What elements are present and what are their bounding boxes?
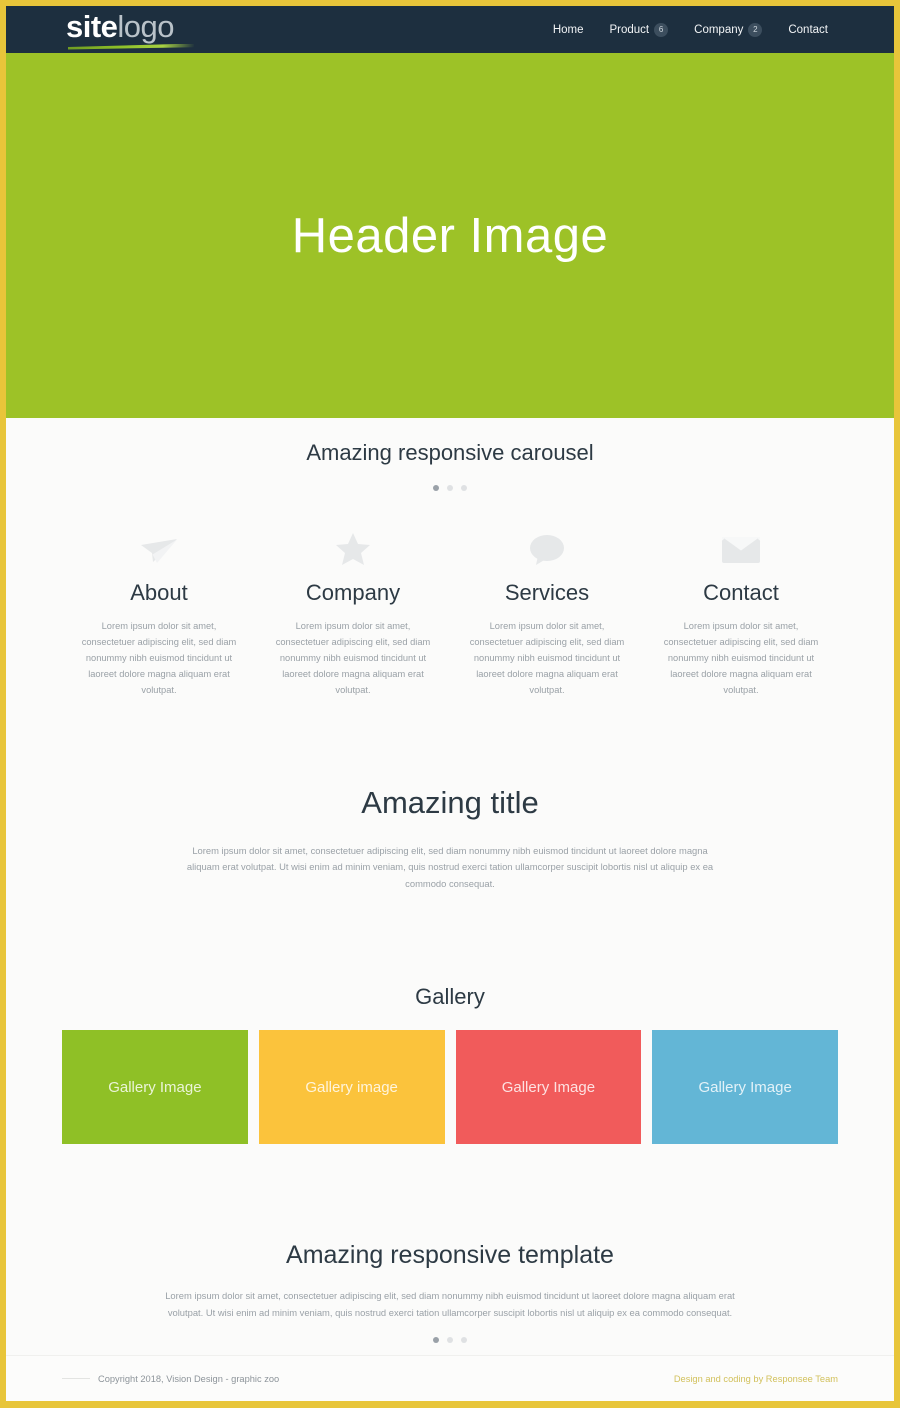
footer-copyright: Copyright 2018, Vision Design - graphic …	[98, 1373, 280, 1384]
feature-text: Lorem ipsum dolor sit amet, consectetuer…	[663, 621, 819, 695]
gallery-tile[interactable]: Gallery Image	[455, 1030, 642, 1144]
logo-bold-text: site	[66, 8, 118, 44]
navbar: sitelogo Home Product 6 Company 2 Contac…	[6, 6, 894, 53]
template-dot-1[interactable]	[433, 1337, 439, 1344]
site-logo[interactable]: sitelogo	[66, 8, 194, 50]
envelope-icon	[656, 524, 826, 566]
page-frame: sitelogo Home Product 6 Company 2 Contac…	[0, 0, 900, 1408]
template-dot-2[interactable]	[447, 1337, 453, 1344]
speech-bubble-icon	[462, 524, 632, 566]
features-section: About Lorem ipsum dolor sit amet, consec…	[6, 491, 894, 699]
feature-text: Lorem ipsum dolor sit amet, consectetuer…	[469, 621, 625, 695]
about-title: Amazing title	[361, 784, 539, 820]
template-dot-3[interactable]	[461, 1337, 467, 1344]
footer-credit-link[interactable]: Design and coding by Responsee Team	[674, 1374, 838, 1384]
carousel-dot-1[interactable]	[433, 485, 439, 491]
gallery-title: Gallery	[415, 984, 485, 1009]
footer-divider	[62, 1378, 90, 1379]
carousel-title: Amazing responsive carousel	[306, 440, 594, 465]
nav-menu: Home Product 6 Company 2 Contact	[553, 22, 828, 37]
carousel-section: Amazing responsive carousel	[6, 418, 894, 491]
page-inner: sitelogo Home Product 6 Company 2 Contac…	[6, 6, 894, 1401]
logo-swoosh-icon	[68, 43, 194, 50]
feature-text: Lorem ipsum dolor sit amet, consectetuer…	[81, 621, 237, 695]
footer: Copyright 2018, Vision Design - graphic …	[6, 1355, 894, 1401]
gallery-grid: Gallery Image Gallery image Gallery Imag…	[6, 1010, 894, 1144]
nav-item-label: Company	[694, 23, 744, 36]
about-text: Lorem ipsum dolor sit amet, consectetuer…	[186, 844, 714, 889]
nav-item-contact[interactable]: Contact	[788, 24, 828, 36]
nav-item-home[interactable]: Home	[553, 24, 584, 36]
carousel-dot-2[interactable]	[447, 485, 453, 491]
gallery-tile-label: Gallery Image	[698, 1078, 792, 1096]
feature-text: Lorem ipsum dolor sit amet, consectetuer…	[275, 621, 431, 695]
feature-title: About	[130, 580, 188, 605]
main-content: Amazing responsive carousel About Lorem …	[6, 418, 894, 1344]
gallery-tile-label: Gallery Image	[108, 1078, 202, 1096]
nav-item-label: Contact	[788, 23, 828, 36]
template-text: Lorem ipsum dolor sit amet, consectetuer…	[165, 1290, 735, 1318]
feature-about: About Lorem ipsum dolor sit amet, consec…	[62, 524, 256, 699]
nav-item-product[interactable]: Product 6	[609, 22, 669, 37]
feature-services: Services Lorem ipsum dolor sit amet, con…	[450, 524, 644, 699]
logo-light-text: logo	[117, 8, 175, 44]
template-title: Amazing responsive template	[286, 1241, 614, 1269]
template-section: Amazing responsive template Lorem ipsum …	[6, 1144, 894, 1344]
footer-left: Copyright 2018, Vision Design - graphic …	[62, 1374, 279, 1384]
feature-title: Company	[305, 580, 401, 605]
gallery-tile[interactable]: Gallery Image	[652, 1030, 838, 1144]
gallery-section: Gallery Gallery Image Gallery image Gall…	[6, 892, 894, 1144]
feature-contact: Contact Lorem ipsum dolor sit amet, cons…	[644, 524, 838, 699]
nav-badge-product: 6	[654, 22, 669, 37]
template-dots	[6, 1337, 894, 1344]
gallery-tile-label: Gallery Image	[501, 1078, 596, 1096]
gallery-tile[interactable]: Gallery image	[258, 1030, 445, 1144]
star-icon	[268, 524, 438, 566]
gallery-tile-label: Gallery image	[305, 1078, 398, 1096]
nav-item-label: Home	[552, 23, 584, 36]
about-section: Amazing title Lorem ipsum dolor sit amet…	[6, 699, 894, 892]
nav-item-label: Product	[609, 23, 650, 36]
nav-badge-company: 2	[748, 22, 763, 37]
feature-title: Contact	[703, 580, 779, 605]
gallery-tile[interactable]: Gallery Image	[62, 1030, 248, 1144]
feature-title: Services	[504, 580, 590, 605]
carousel-dot-3[interactable]	[461, 485, 467, 491]
hero-banner: Header Image	[6, 53, 894, 418]
paper-plane-icon	[74, 524, 244, 566]
nav-item-company[interactable]: Company 2	[694, 22, 763, 37]
hero-title: Header Image	[291, 208, 609, 263]
feature-company: Company Lorem ipsum dolor sit amet, cons…	[256, 524, 450, 699]
